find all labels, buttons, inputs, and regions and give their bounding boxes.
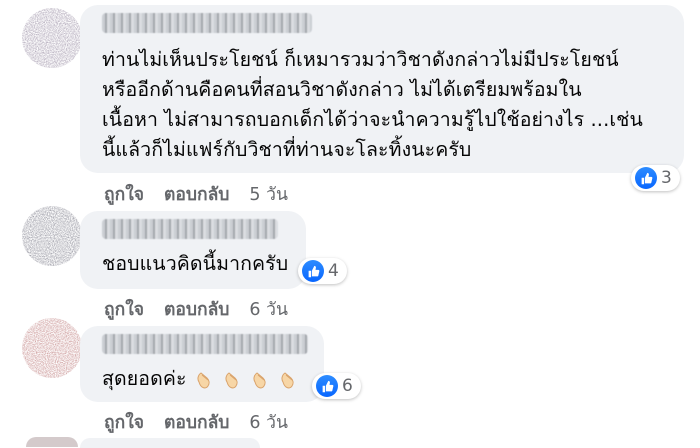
avatar-image xyxy=(22,206,82,266)
next-comment-avatar xyxy=(26,437,78,447)
timestamp[interactable]: 6 วัน xyxy=(249,408,288,436)
like-icon xyxy=(302,260,324,282)
clapping-hands-emoji xyxy=(253,371,266,388)
avatar-image xyxy=(22,8,82,68)
like-icon xyxy=(316,375,338,397)
author-name-redacted[interactable] xyxy=(102,219,278,239)
reaction-number: 3 xyxy=(661,168,672,188)
reply-button[interactable]: ตอบกลับ xyxy=(164,180,229,208)
clapping-hands-emoji xyxy=(225,371,238,388)
avatar[interactable] xyxy=(22,318,82,378)
like-button[interactable]: ถูกใจ xyxy=(104,295,144,323)
next-comment-bubble xyxy=(80,438,260,448)
avatar[interactable] xyxy=(22,206,82,266)
like-icon xyxy=(635,167,657,189)
timestamp[interactable]: 6 วัน xyxy=(249,295,288,323)
avatar-image xyxy=(22,318,82,378)
comment-bubble: ท่านไม่เห็นประโยชน์ ก็เหมารวมว่าวิชาดังก… xyxy=(80,5,684,173)
comment-text-label: สุดยอดค่ะ xyxy=(102,367,187,390)
avatar[interactable] xyxy=(22,8,82,68)
comment-actions: ถูกใจ ตอบกลับ 6 วัน xyxy=(104,295,288,323)
comment-text: สุดยอดค่ะ xyxy=(102,366,332,392)
clapping-hands-emoji xyxy=(281,371,294,388)
reaction-count[interactable]: 4 xyxy=(298,258,347,284)
author-name-redacted[interactable] xyxy=(102,334,308,354)
like-button[interactable]: ถูกใจ xyxy=(104,180,144,208)
reaction-number: 4 xyxy=(328,261,339,281)
comment-bubble: สุดยอดค่ะ xyxy=(80,326,324,402)
comment-actions: ถูกใจ ตอบกลับ 5 วัน xyxy=(104,180,288,208)
reaction-count[interactable]: 6 xyxy=(312,373,361,399)
reaction-count[interactable]: 3 xyxy=(631,165,680,191)
emoji-group xyxy=(193,368,301,392)
comment-actions: ถูกใจ ตอบกลับ 6 วัน xyxy=(104,408,288,436)
reply-button[interactable]: ตอบกลับ xyxy=(164,295,229,323)
reply-button[interactable]: ตอบกลับ xyxy=(164,408,229,436)
clapping-hands-emoji xyxy=(197,371,210,388)
reaction-number: 6 xyxy=(342,376,353,396)
comment-text: ชอบแนวคิดนี้มากครับ xyxy=(102,252,289,275)
comment-text: ท่านไม่เห็นประโยชน์ ก็เหมารวมว่าวิชาดังก… xyxy=(102,48,643,161)
comment-bubble: ชอบแนวคิดนี้มากครับ xyxy=(80,211,306,289)
like-button[interactable]: ถูกใจ xyxy=(104,408,144,436)
timestamp[interactable]: 5 วัน xyxy=(249,180,288,208)
author-name-redacted[interactable] xyxy=(102,13,312,33)
